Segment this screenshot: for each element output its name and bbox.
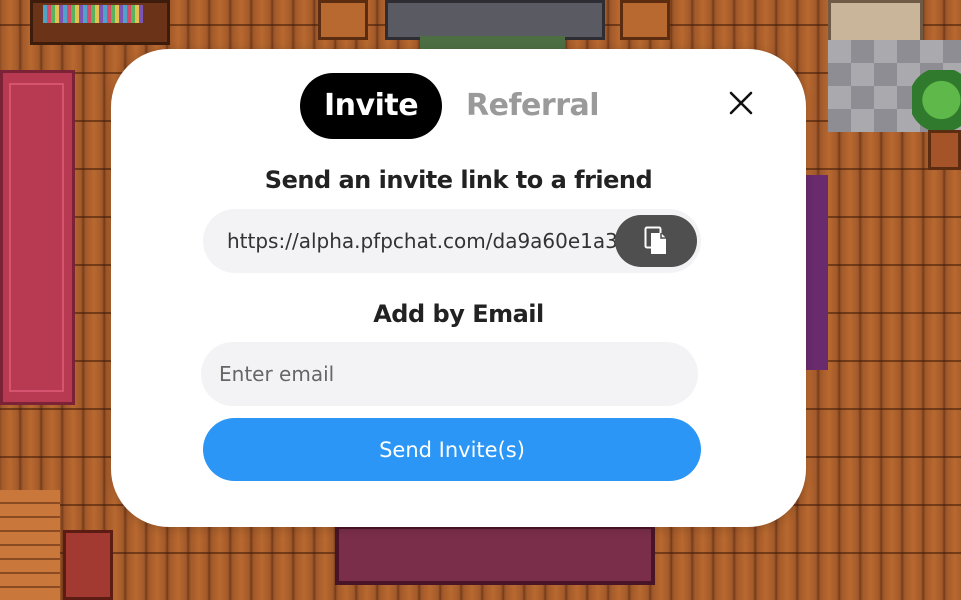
cabinet — [828, 0, 923, 44]
chair — [63, 530, 113, 600]
purple-furniture — [806, 175, 828, 370]
brick-wall — [0, 490, 60, 600]
stool — [620, 0, 670, 40]
email-heading: Add by Email — [373, 300, 544, 328]
bookshelf — [30, 0, 170, 45]
send-invites-button[interactable]: Send Invite(s) — [203, 418, 701, 481]
rug — [0, 70, 75, 405]
copy-link-button[interactable] — [615, 215, 697, 267]
tab-referral[interactable]: Referral — [442, 73, 623, 139]
tab-bar: Invite Referral — [300, 73, 623, 139]
table — [335, 525, 655, 585]
invite-link-heading: Send an invite link to a friend — [264, 166, 653, 194]
invite-modal: Invite Referral Send an invite link to a… — [111, 49, 806, 527]
stool — [318, 0, 368, 40]
copy-icon — [644, 226, 666, 254]
plant-pot — [928, 130, 961, 170]
tab-invite[interactable]: Invite — [300, 73, 443, 139]
close-icon[interactable] — [723, 85, 759, 121]
fireplace — [385, 0, 605, 40]
invite-link-text: https://alpha.pfpchat.com/da9a60e1a3 — [227, 229, 617, 253]
email-input[interactable] — [201, 342, 698, 406]
invite-link-field: https://alpha.pfpchat.com/da9a60e1a3 — [203, 209, 701, 273]
